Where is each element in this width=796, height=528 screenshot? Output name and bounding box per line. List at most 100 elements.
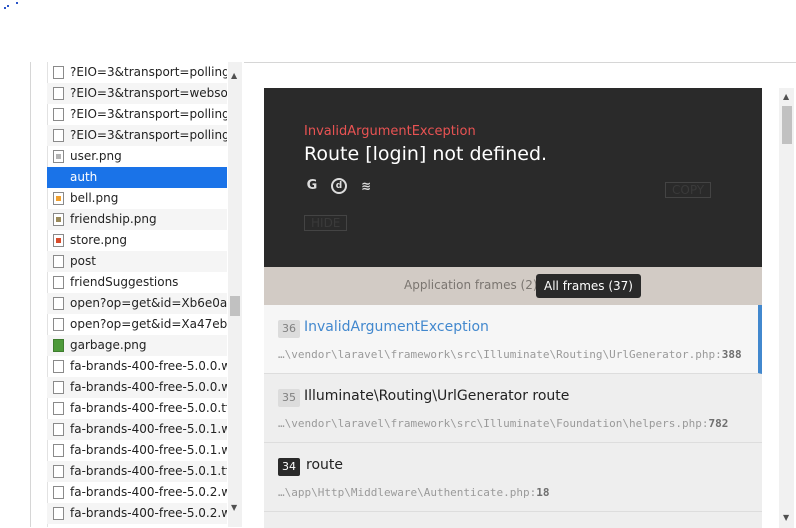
network-request-row[interactable]: bell.png [47, 188, 227, 209]
request-name: friendship.png [70, 212, 157, 226]
network-request-row[interactable]: fa-brands-400-free-5.0.0.woff [47, 356, 227, 377]
network-request-row[interactable]: ?EIO=3&transport=polling&t... [47, 125, 227, 146]
request-name: auth [70, 170, 98, 184]
frames-tab-bar: Application frames (2) All frames (37) [264, 267, 762, 305]
request-name: ?EIO=3&transport=polling&t... [70, 128, 227, 142]
document-file-icon [53, 297, 64, 310]
request-name: fa-brands-400-free-5.0.2.woff [70, 485, 227, 499]
copy-button[interactable]: COPY [665, 182, 712, 198]
network-request-row[interactable]: friendSuggestions [47, 272, 227, 293]
frame-class: route [306, 457, 343, 473]
tab-all-frames[interactable]: All frames (37) [536, 274, 641, 298]
image-file-icon [53, 339, 64, 352]
document-file-icon [53, 423, 64, 436]
frame-line: 782 [708, 417, 729, 430]
frame-class: Illuminate\Routing\UrlGenerator route [304, 388, 570, 404]
request-name: store.png [70, 233, 128, 247]
network-request-row[interactable]: open?op=get&id=Xb6e0a027 [47, 293, 227, 314]
network-gutter [31, 62, 48, 527]
network-panel: ?EIO=3&transport=polling&t... ?EIO=3&tran… [30, 62, 245, 527]
frame-class: InvalidArgumentException [304, 319, 489, 335]
frame-path-text: …\vendor\laravel\framework\src\Illuminat… [278, 417, 702, 430]
request-name: fa-brands-400-free-5.0.0.woff [70, 359, 227, 373]
document-file-icon [53, 87, 64, 100]
request-name: friendSuggestions [70, 275, 179, 289]
preview-scrollbar-thumb[interactable] [782, 106, 792, 144]
request-name: fa-brands-400-free-5.0.1.woff [70, 422, 227, 436]
request-name: ?EIO=3&transport=polling&t... [70, 65, 227, 79]
hide-button[interactable]: HIDE [304, 215, 348, 231]
network-request-row[interactable]: fa-brands-400-free-5.0.1.woff [47, 419, 227, 440]
image-file-icon [53, 234, 64, 247]
request-name: bell.png [70, 191, 119, 205]
document-file-icon [53, 255, 64, 268]
network-request-row[interactable]: user.png [47, 146, 227, 167]
network-request-row[interactable]: open?op=get&id=Xa47eb8fb [47, 314, 227, 335]
frame-number: 34 [278, 458, 300, 476]
frame-number: 35 [278, 389, 300, 407]
document-file-icon [53, 465, 64, 478]
tab-application-frames[interactable]: Application frames (2) [404, 278, 538, 292]
duckduckgo-icon[interactable]: d [331, 178, 347, 194]
network-scrollbar-thumb[interactable] [230, 296, 240, 316]
network-request-row[interactable]: fa-brands-400-free-5.0.2.woff [47, 503, 227, 524]
document-file-icon [53, 507, 64, 520]
document-file-icon [53, 129, 64, 142]
frame-path-text: …\app\Http\Middleware\Authenticate.php [278, 486, 530, 499]
network-request-row[interactable]: fa-brands-400-free-5.0.2.woff [47, 482, 227, 503]
network-request-row[interactable]: fa-brands-400-free-5.0.1.ttf [47, 461, 227, 482]
document-file-icon [53, 318, 64, 331]
frame-line: 18 [536, 486, 550, 499]
document-file-icon [53, 402, 64, 415]
network-request-row[interactable]: ?EIO=3&transport=polling&t... [47, 62, 227, 83]
request-name: fa-brands-400-free-5.0.0.ttf [70, 401, 227, 415]
request-name: post [70, 254, 96, 268]
exception-class: InvalidArgumentException [304, 124, 476, 139]
document-file-icon [53, 486, 64, 499]
left-gutter [0, 62, 30, 527]
frame-file-path: …\vendor\laravel\framework\src\Illuminat… [278, 348, 742, 361]
document-file-icon [53, 381, 64, 394]
network-request-row[interactable]: auth [47, 167, 227, 188]
scroll-down-arrow-icon[interactable]: ▼ [231, 504, 237, 512]
request-name: garbage.png [70, 338, 147, 352]
scroll-up-arrow-icon[interactable]: ▲ [231, 72, 237, 80]
network-request-row[interactable]: ?EIO=3&transport=websocke [47, 83, 227, 104]
network-request-row[interactable]: garbage.png [47, 335, 227, 356]
network-request-row[interactable]: fa-brands-400-free-5.0.1.woff [47, 440, 227, 461]
request-name: user.png [70, 149, 122, 163]
image-file-icon [53, 213, 64, 226]
document-file-icon [53, 360, 64, 373]
network-request-row[interactable]: fa-brands-400-free-5.0.0.ttf [47, 398, 227, 419]
exception-message: Route [login] not defined. [304, 143, 548, 165]
frame-path-text: …\vendor\laravel\framework\src\Illuminat… [278, 348, 716, 361]
frame-line: 388 [721, 348, 742, 361]
browser-top-area [0, 0, 796, 62]
document-file-icon [53, 108, 64, 121]
document-file-icon [53, 66, 64, 79]
request-name: fa-brands-400-free-5.0.2.woff [70, 506, 227, 520]
stack-frame[interactable]: 36 InvalidArgumentException …\vendor\lar… [264, 305, 762, 374]
network-request-row[interactable]: store.png [47, 230, 227, 251]
frame-file-path: …\vendor\laravel\framework\src\Illuminat… [278, 417, 729, 430]
frame-file-path: …\app\Http\Middleware\Authenticate.php:1… [278, 486, 550, 499]
document-file-icon [53, 276, 64, 289]
scroll-down-arrow-icon[interactable]: ▼ [783, 514, 789, 522]
network-request-row[interactable]: fa-brands-400-free-5.0.0.woff [47, 377, 227, 398]
network-request-row[interactable]: post [47, 251, 227, 272]
network-request-list: ?EIO=3&transport=polling&t... ?EIO=3&tran… [47, 62, 227, 524]
google-icon[interactable]: G [304, 178, 320, 194]
network-request-row[interactable]: friendship.png [47, 209, 227, 230]
network-request-row[interactable]: ?EIO=3&transport=polling&t... [47, 104, 227, 125]
network-scrollbar[interactable]: ▲ ▼ [228, 62, 242, 527]
stackoverflow-icon[interactable]: ≋ [358, 178, 374, 194]
request-name: open?op=get&id=Xa47eb8fb [70, 317, 227, 331]
error-page: InvalidArgumentException Route [login] n… [264, 88, 762, 528]
request-name: ?EIO=3&transport=websocke [70, 86, 227, 100]
frame-number: 36 [278, 320, 300, 338]
response-preview-pane: InvalidArgumentException Route [login] n… [244, 62, 796, 528]
stack-frame[interactable]: 34 route …\app\Http\Middleware\Authentic… [264, 443, 762, 512]
preview-scrollbar[interactable]: ▲ ▼ [779, 88, 794, 528]
scroll-up-arrow-icon[interactable]: ▲ [783, 93, 789, 101]
stack-frame[interactable]: 35 Illuminate\Routing\UrlGenerator route… [264, 374, 762, 443]
